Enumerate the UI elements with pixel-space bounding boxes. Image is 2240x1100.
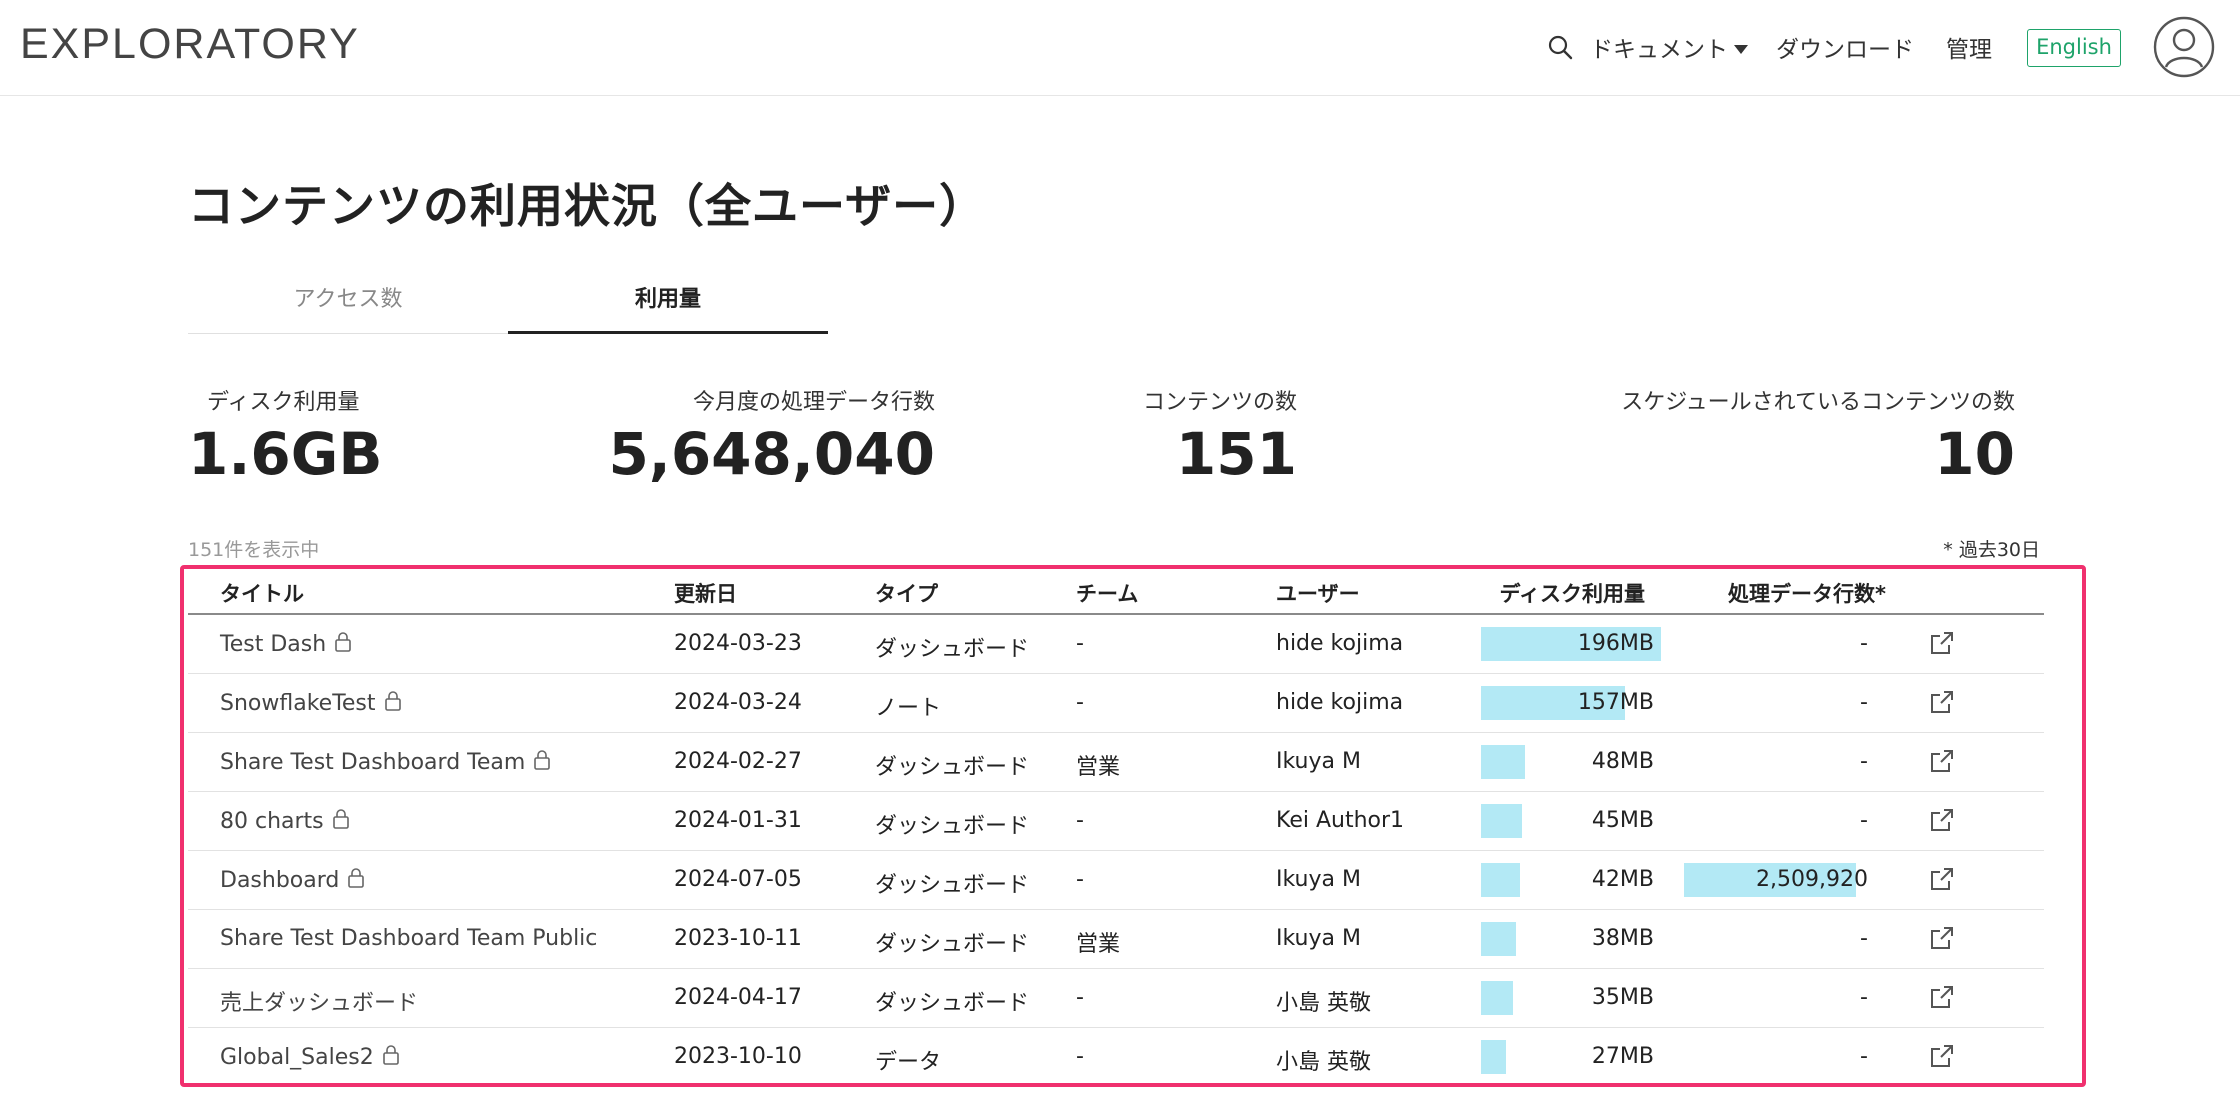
caret-down-icon bbox=[1734, 45, 1748, 54]
stat-scheduled-count-label: スケジュールされているコンテンツの数 bbox=[1621, 390, 2015, 415]
highlight-box bbox=[180, 565, 2086, 1087]
user-avatar-icon[interactable] bbox=[2152, 15, 2216, 79]
period-note: * 過去30日 bbox=[1943, 539, 2040, 561]
language-toggle-button[interactable]: English bbox=[2027, 29, 2121, 67]
docs-menu[interactable]: ドキュメント bbox=[1590, 30, 1748, 64]
result-count: 151件を表示中 bbox=[188, 539, 320, 561]
docs-menu-label: ドキュメント bbox=[1590, 37, 1728, 63]
download-link[interactable]: ダウンロード bbox=[1776, 30, 1914, 64]
admin-link[interactable]: 管理 bbox=[1946, 30, 1992, 64]
stat-content-count-value: 151 bbox=[1175, 420, 1297, 488]
stat-processed-rows-value: 5,648,040 bbox=[608, 420, 935, 488]
top-navigation-bar: EXPLORATORY ドキュメント ダウンロード 管理 English bbox=[0, 0, 2240, 96]
stat-content-count-label: コンテンツの数 bbox=[1142, 390, 1297, 415]
search-icon[interactable] bbox=[1545, 32, 1577, 64]
tab-usage[interactable]: 利用量 bbox=[508, 280, 828, 334]
brand-logo[interactable]: EXPLORATORY bbox=[20, 20, 360, 69]
stat-processed-rows-label: 今月度の処理データ行数 bbox=[692, 390, 935, 415]
usage-tabs: アクセス数 利用量 bbox=[188, 280, 828, 334]
page-title: コンテンツの利用状況（全ユーザー） bbox=[188, 179, 987, 233]
stat-disk-usage-value: 1.6GB bbox=[188, 420, 383, 488]
stat-disk-usage-label: ディスク利用量 bbox=[207, 390, 360, 415]
stat-scheduled-count-value: 10 bbox=[1934, 420, 2015, 488]
tab-access-count[interactable]: アクセス数 bbox=[188, 280, 508, 334]
